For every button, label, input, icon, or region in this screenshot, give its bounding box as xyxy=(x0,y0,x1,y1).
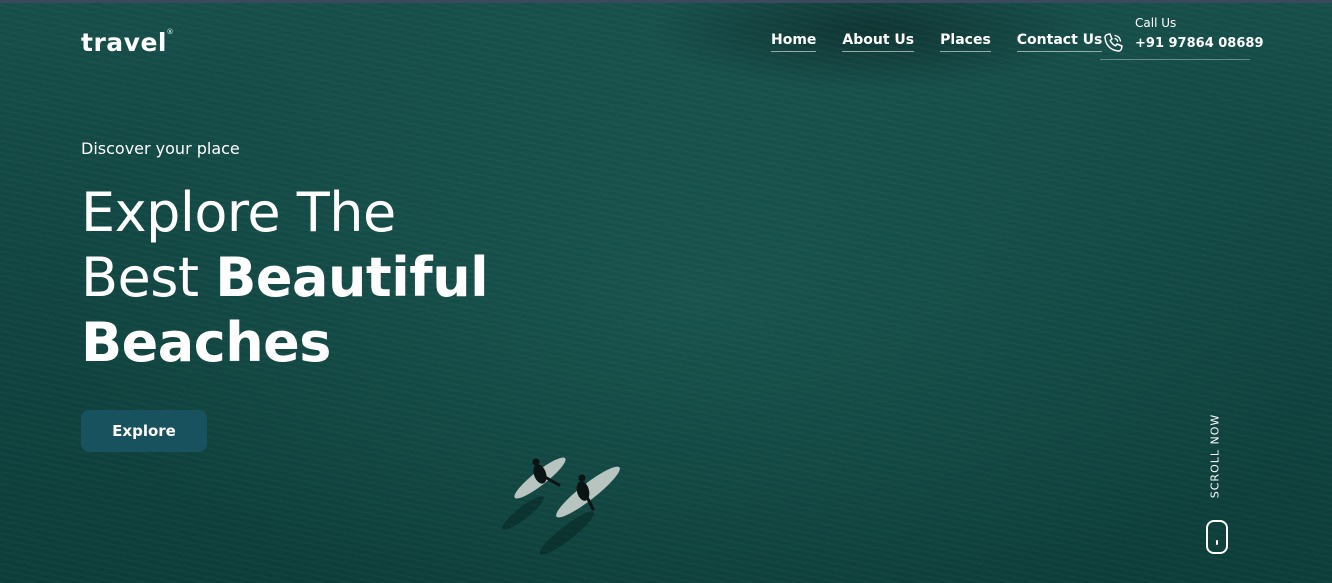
registered-mark: ® xyxy=(166,28,174,36)
explore-button[interactable]: Explore xyxy=(81,410,207,452)
nav-item-places[interactable]: Places xyxy=(940,32,991,52)
nav-item-home[interactable]: Home xyxy=(771,32,817,52)
hero-section: travel ® Home About Us Places Contact Us… xyxy=(0,0,1332,583)
call-us-label: Call Us xyxy=(1135,16,1177,30)
nav-item-contact-us[interactable]: Contact Us xyxy=(1016,32,1103,52)
logo[interactable]: travel ® xyxy=(81,28,174,57)
top-border xyxy=(0,0,1332,3)
headline-line-2-light: Best xyxy=(81,246,216,309)
call-us-block[interactable]: Call Us +91 97864 08689 xyxy=(1100,14,1264,60)
hero-eyebrow: Discover your place xyxy=(81,139,240,158)
scroll-now-label[interactable]: SCROLL NOW xyxy=(1209,414,1222,498)
headline-line-2-bold: Beautiful xyxy=(215,246,489,309)
hero-headline: Explore The Best Beautiful Beaches xyxy=(81,180,489,375)
phone-number[interactable]: +91 97864 08689 xyxy=(1135,36,1264,51)
surfers-image xyxy=(502,457,620,555)
main-nav: Home About Us Places Contact Us xyxy=(771,32,1103,52)
mouse-icon[interactable] xyxy=(1206,520,1228,554)
phone-icon xyxy=(1104,33,1123,52)
logo-text: travel xyxy=(81,28,167,57)
headline-line-3-bold: Beaches xyxy=(81,311,331,374)
nav-item-about-us[interactable]: About Us xyxy=(842,32,915,52)
headline-line-1: Explore The xyxy=(81,181,396,244)
